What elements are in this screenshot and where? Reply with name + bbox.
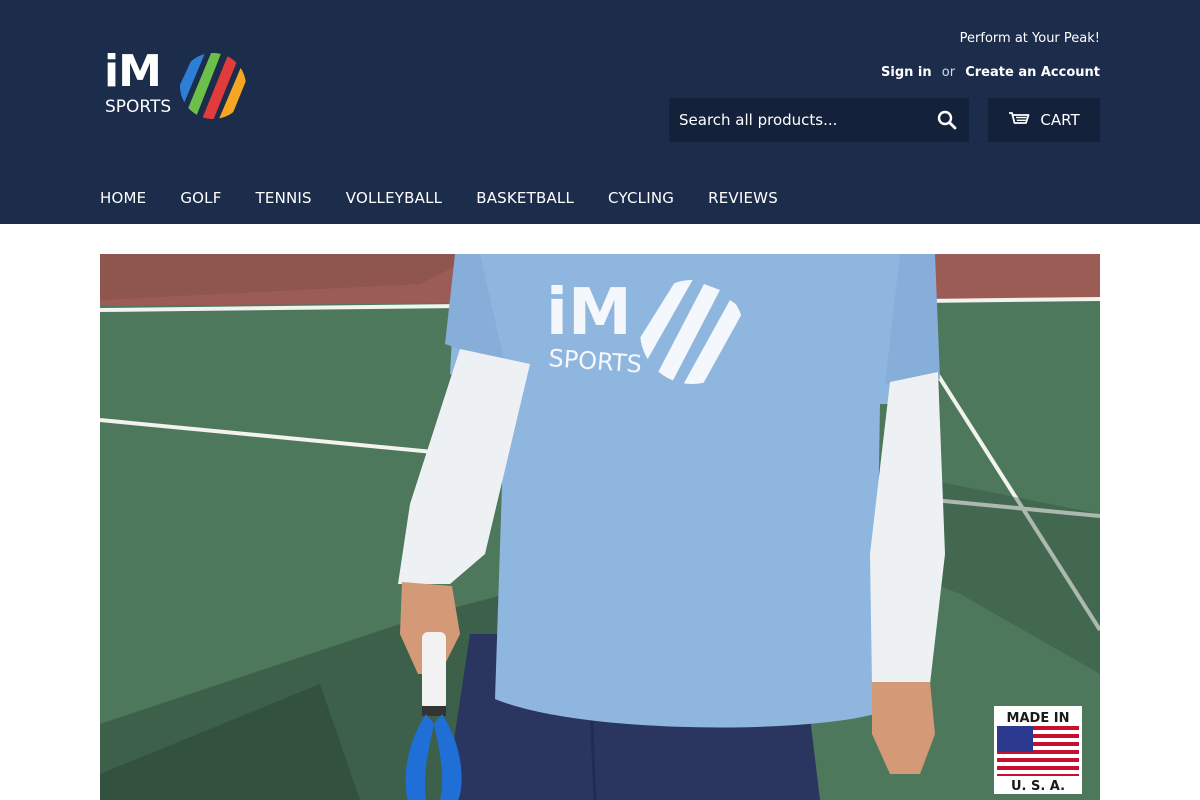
site-logo[interactable]: iM SPORTS	[104, 50, 250, 124]
nav-item-cycling[interactable]: CYCLING	[608, 187, 674, 211]
badge-bottom-text: U. S. A.	[1011, 779, 1065, 794]
cart-button[interactable]: CART	[988, 98, 1100, 142]
logo-ball-icon	[180, 53, 246, 119]
hero-banner[interactable]: iM SPORTS MADE IN U. S. A.	[100, 254, 1100, 800]
sign-in-link[interactable]: Sign in	[881, 65, 932, 80]
shirt-logo-brand: iM	[546, 276, 632, 350]
hero-image: iM SPORTS MADE IN U. S. A.	[100, 254, 1100, 800]
nav-item-tennis[interactable]: TENNIS	[256, 187, 312, 211]
search-button[interactable]	[925, 98, 969, 142]
create-account-link[interactable]: Create an Account	[965, 65, 1100, 80]
nav-item-volleyball[interactable]: VOLLEYBALL	[346, 187, 442, 211]
main-nav: HOME GOLF TENNIS VOLLEYBALL BASKETBALL C…	[100, 187, 812, 211]
logo-brand-text: iM	[104, 46, 162, 97]
site-header: iM SPORTS Perform at Your Peak! Sign in …	[0, 0, 1200, 224]
nav-item-reviews[interactable]: REVIEWS	[708, 187, 778, 211]
cart-icon	[1009, 112, 1030, 124]
nav-item-basketball[interactable]: BASKETBALL	[476, 187, 574, 211]
account-links: Sign in or Create an Account	[881, 65, 1100, 80]
nav-item-home[interactable]: HOME	[100, 187, 146, 211]
logo-sub-text: SPORTS	[105, 97, 172, 117]
search-icon	[937, 110, 957, 130]
header-tagline: Perform at Your Peak!	[959, 31, 1100, 46]
nav-item-golf[interactable]: GOLF	[180, 187, 221, 211]
cart-label: CART	[1040, 111, 1080, 129]
made-in-usa-badge: MADE IN U. S. A.	[994, 706, 1082, 794]
search-form	[669, 98, 969, 142]
account-separator: or	[941, 65, 956, 80]
badge-top-text: MADE IN	[1007, 711, 1070, 726]
search-input[interactable]	[669, 98, 925, 142]
